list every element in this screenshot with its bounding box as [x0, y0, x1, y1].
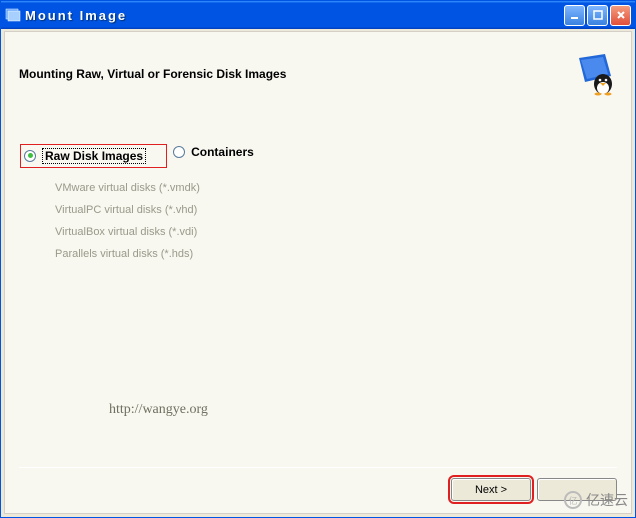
titlebar[interactable]: Mount Image — [1, 1, 635, 29]
containers-sublist: VMware virtual disks (*.vmdk) VirtualPC … — [55, 182, 631, 260]
minimize-button[interactable] — [564, 5, 585, 26]
watermark-text: 亿速云 — [586, 490, 628, 510]
button-row: Next > — [19, 478, 617, 501]
header-row: Mounting Raw, Virtual or Forensic Disk I… — [5, 32, 631, 104]
window-controls — [564, 5, 631, 26]
watermark-url: http://wangye.org — [109, 402, 208, 418]
options-group: Raw Disk Images Containers VMware virtua… — [5, 104, 631, 270]
maximize-button[interactable] — [587, 5, 608, 26]
mount-image-window: Mount Image Mounting Raw, Virtual or For… — [0, 0, 636, 518]
watermark-logo-icon: 亿 — [564, 491, 582, 509]
radio-icon — [173, 146, 185, 158]
list-item: VirtualBox virtual disks (*.vdi) — [55, 226, 631, 238]
option-raw-label: Raw Disk Images — [42, 148, 146, 164]
list-item: VirtualPC virtual disks (*.vhd) — [55, 204, 631, 216]
separator — [19, 467, 617, 468]
footer: Next > — [19, 467, 617, 501]
list-item: Parallels virtual disks (*.hds) — [55, 248, 631, 260]
page-heading: Mounting Raw, Virtual or Forensic Disk I… — [19, 67, 286, 81]
app-icon — [5, 7, 21, 23]
corner-watermark: 亿 亿速云 — [564, 490, 628, 510]
option-containers[interactable]: Containers — [170, 142, 262, 162]
next-button[interactable]: Next > — [451, 478, 531, 501]
list-item: VMware virtual disks (*.vmdk) — [55, 182, 631, 194]
radio-icon — [24, 150, 36, 162]
next-button-label: Next > — [475, 484, 507, 496]
option-raw-disk-images[interactable]: Raw Disk Images — [20, 144, 167, 168]
wizard-content: Mounting Raw, Virtual or Forensic Disk I… — [4, 31, 632, 514]
wizard-icon — [573, 52, 617, 96]
close-button[interactable] — [610, 5, 631, 26]
option-containers-label: Containers — [191, 145, 254, 159]
window-title: Mount Image — [25, 8, 564, 23]
